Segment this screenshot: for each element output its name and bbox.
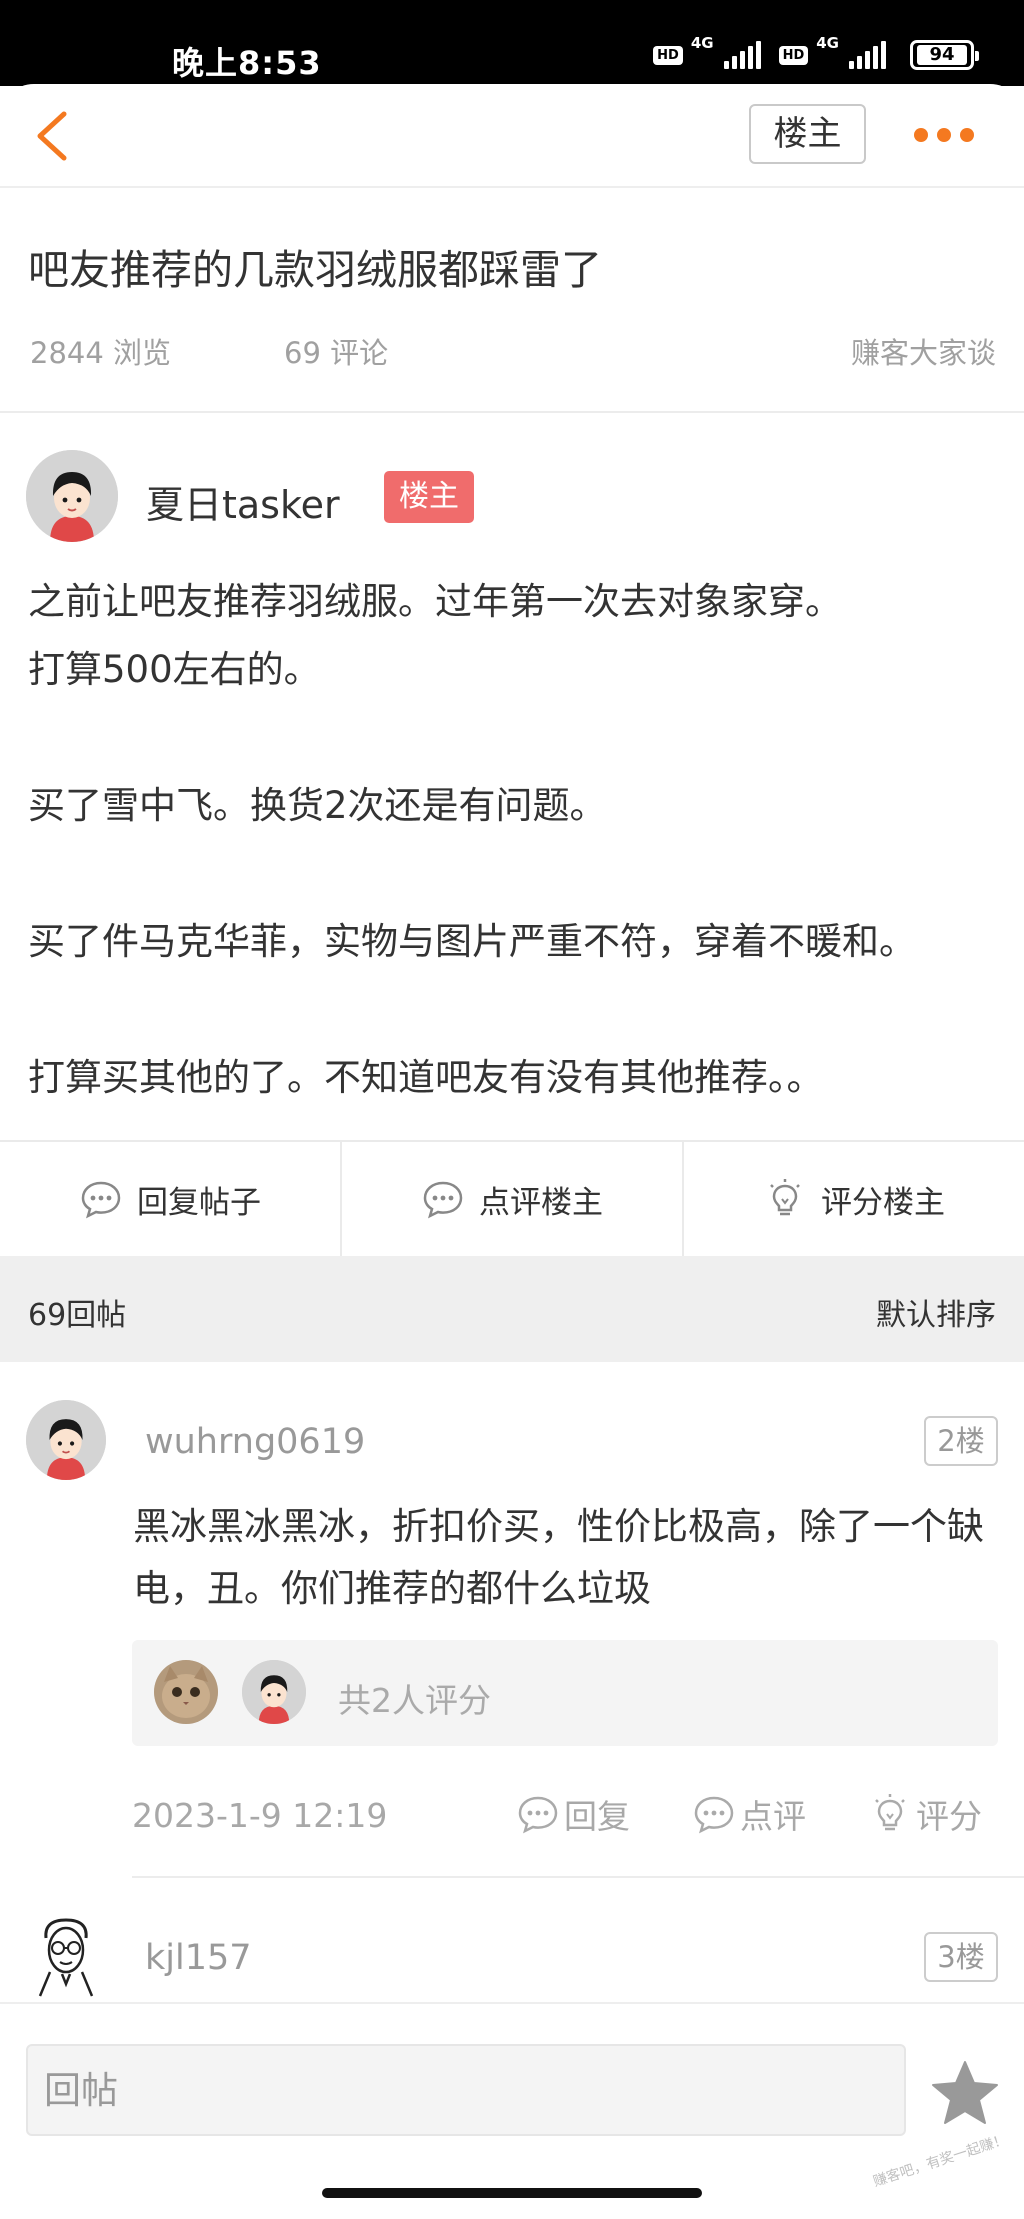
floor-badge: 2楼 <box>924 1416 998 1466</box>
lightbulb-icon <box>875 1794 905 1831</box>
comment-reply-label: 回复 <box>564 1797 630 1836</box>
status-bar: 晚上8:53 HD 4G HD 4G 94 <box>0 0 1024 86</box>
comment-op-label: 点评楼主 <box>479 1184 603 1221</box>
rater-avatar <box>154 1660 218 1724</box>
post-body-line <box>28 704 1008 772</box>
only-op-button[interactable]: 楼主 <box>749 104 866 164</box>
back-arrow-icon[interactable] <box>26 104 82 168</box>
rating-count: 共2人评分 <box>338 1681 491 1720</box>
battery-icon: 94 <box>910 40 979 70</box>
comment-meta: 2023-1-9 12:19 回复 点评 评分 <box>132 1790 998 1850</box>
top-nav-bar: 楼主 <box>0 84 1024 188</box>
comment-reply-button[interactable]: 回复 <box>516 1790 630 1838</box>
avatar[interactable] <box>26 1910 106 1998</box>
post-stats: 2844 浏览 69 评论 赚客大家谈 <box>0 330 1024 380</box>
home-indicator[interactable] <box>322 2188 702 2198</box>
reply-post-label: 回复帖子 <box>137 1184 261 1221</box>
view-count: 2844 浏览 <box>30 336 172 370</box>
hd-icon: HD <box>778 45 809 65</box>
rating-summary[interactable]: 共2人评分 <box>132 1640 998 1746</box>
status-time: 晚上8:53 <box>172 44 322 82</box>
reply-post-button[interactable]: 回复帖子 <box>0 1142 342 1256</box>
network-type-label: 4G <box>690 34 714 52</box>
signal-icon <box>723 41 761 69</box>
comment-username[interactable]: wuhrng0619 <box>145 1422 365 1462</box>
comment-rate-button[interactable]: 评分 <box>868 1790 982 1838</box>
reply-input[interactable] <box>26 2044 906 2136</box>
comment-username[interactable]: kjl157 <box>145 1938 252 1978</box>
divider <box>132 1876 1024 1878</box>
floor-badge: 3楼 <box>924 1932 998 1982</box>
bottom-reply-bar <box>0 2002 1024 2219</box>
avatar[interactable] <box>26 1400 106 1480</box>
comment-text: 黑冰黑冰黑冰，折扣价买，性价比极高，除了一个缺电，丑。你们推荐的都什么垃圾 <box>133 1505 984 1610</box>
post-title: 吧友推荐的几款羽绒服都踩雷了 <box>28 246 602 294</box>
post-body-line <box>28 840 1008 908</box>
replies-header: 69回帖 默认排序 <box>0 1256 1024 1362</box>
comment-count: 69 评论 <box>284 336 389 370</box>
chat-bubble-icon <box>694 1796 734 1834</box>
star-icon[interactable] <box>930 2058 1000 2128</box>
comment-time: 2023-1-9 12:19 <box>132 1796 388 1835</box>
comment-review-label: 点评 <box>740 1797 806 1836</box>
reply-count: 69回帖 <box>28 1298 127 1333</box>
signal-icon <box>849 41 886 69</box>
post-body-line: 买了雪中飞。换货2次还是有问题。 <box>28 784 607 827</box>
post-body-line: 买了件马克华菲，实物与图片严重不符，穿着不暖和。 <box>28 920 916 963</box>
more-options-icon[interactable] <box>914 120 974 150</box>
op-username[interactable]: 夏日tasker <box>146 474 340 529</box>
hd-icon: HD <box>653 45 683 65</box>
comment-review-button[interactable]: 点评 <box>692 1790 806 1838</box>
rate-op-label: 评分楼主 <box>821 1184 945 1221</box>
rater-avatar <box>242 1660 306 1724</box>
comment-rate-label: 评分 <box>916 1797 982 1836</box>
rate-op-button[interactable]: 评分楼主 <box>684 1142 1024 1256</box>
post-body-line <box>28 976 1008 1044</box>
sort-dropdown[interactable]: 默认排序 <box>876 1290 996 1334</box>
post-body-line: 打算买其他的了。不知道吧友有没有其他推荐。。 <box>28 1056 824 1099</box>
avatar[interactable] <box>26 450 118 542</box>
op-badge: 楼主 <box>384 471 474 523</box>
divider <box>0 411 1024 413</box>
chat-bubble-icon <box>423 1181 463 1219</box>
chat-bubble-icon <box>81 1181 121 1219</box>
lightbulb-icon <box>770 1179 800 1216</box>
post-body: 之前让吧友推荐羽绒服。过年第一次去对象家穿。 打算500左右的。 买了雪中飞。换… <box>28 568 1008 1112</box>
network-type-label: 4G <box>816 34 839 52</box>
comment-op-button[interactable]: 点评楼主 <box>342 1142 684 1256</box>
board-link[interactable]: 赚客大家谈 <box>851 330 996 372</box>
post-body-line: 打算500左右的。 <box>28 648 321 691</box>
post-action-row: 回复帖子 点评楼主 评分楼主 <box>0 1140 1024 1256</box>
status-indicators: HD 4G HD 4G 94 <box>653 34 979 70</box>
chat-bubble-icon <box>518 1796 558 1834</box>
post-body-line: 之前让吧友推荐羽绒服。过年第一次去对象家穿。 <box>28 580 842 623</box>
battery-level: 94 <box>917 45 967 65</box>
